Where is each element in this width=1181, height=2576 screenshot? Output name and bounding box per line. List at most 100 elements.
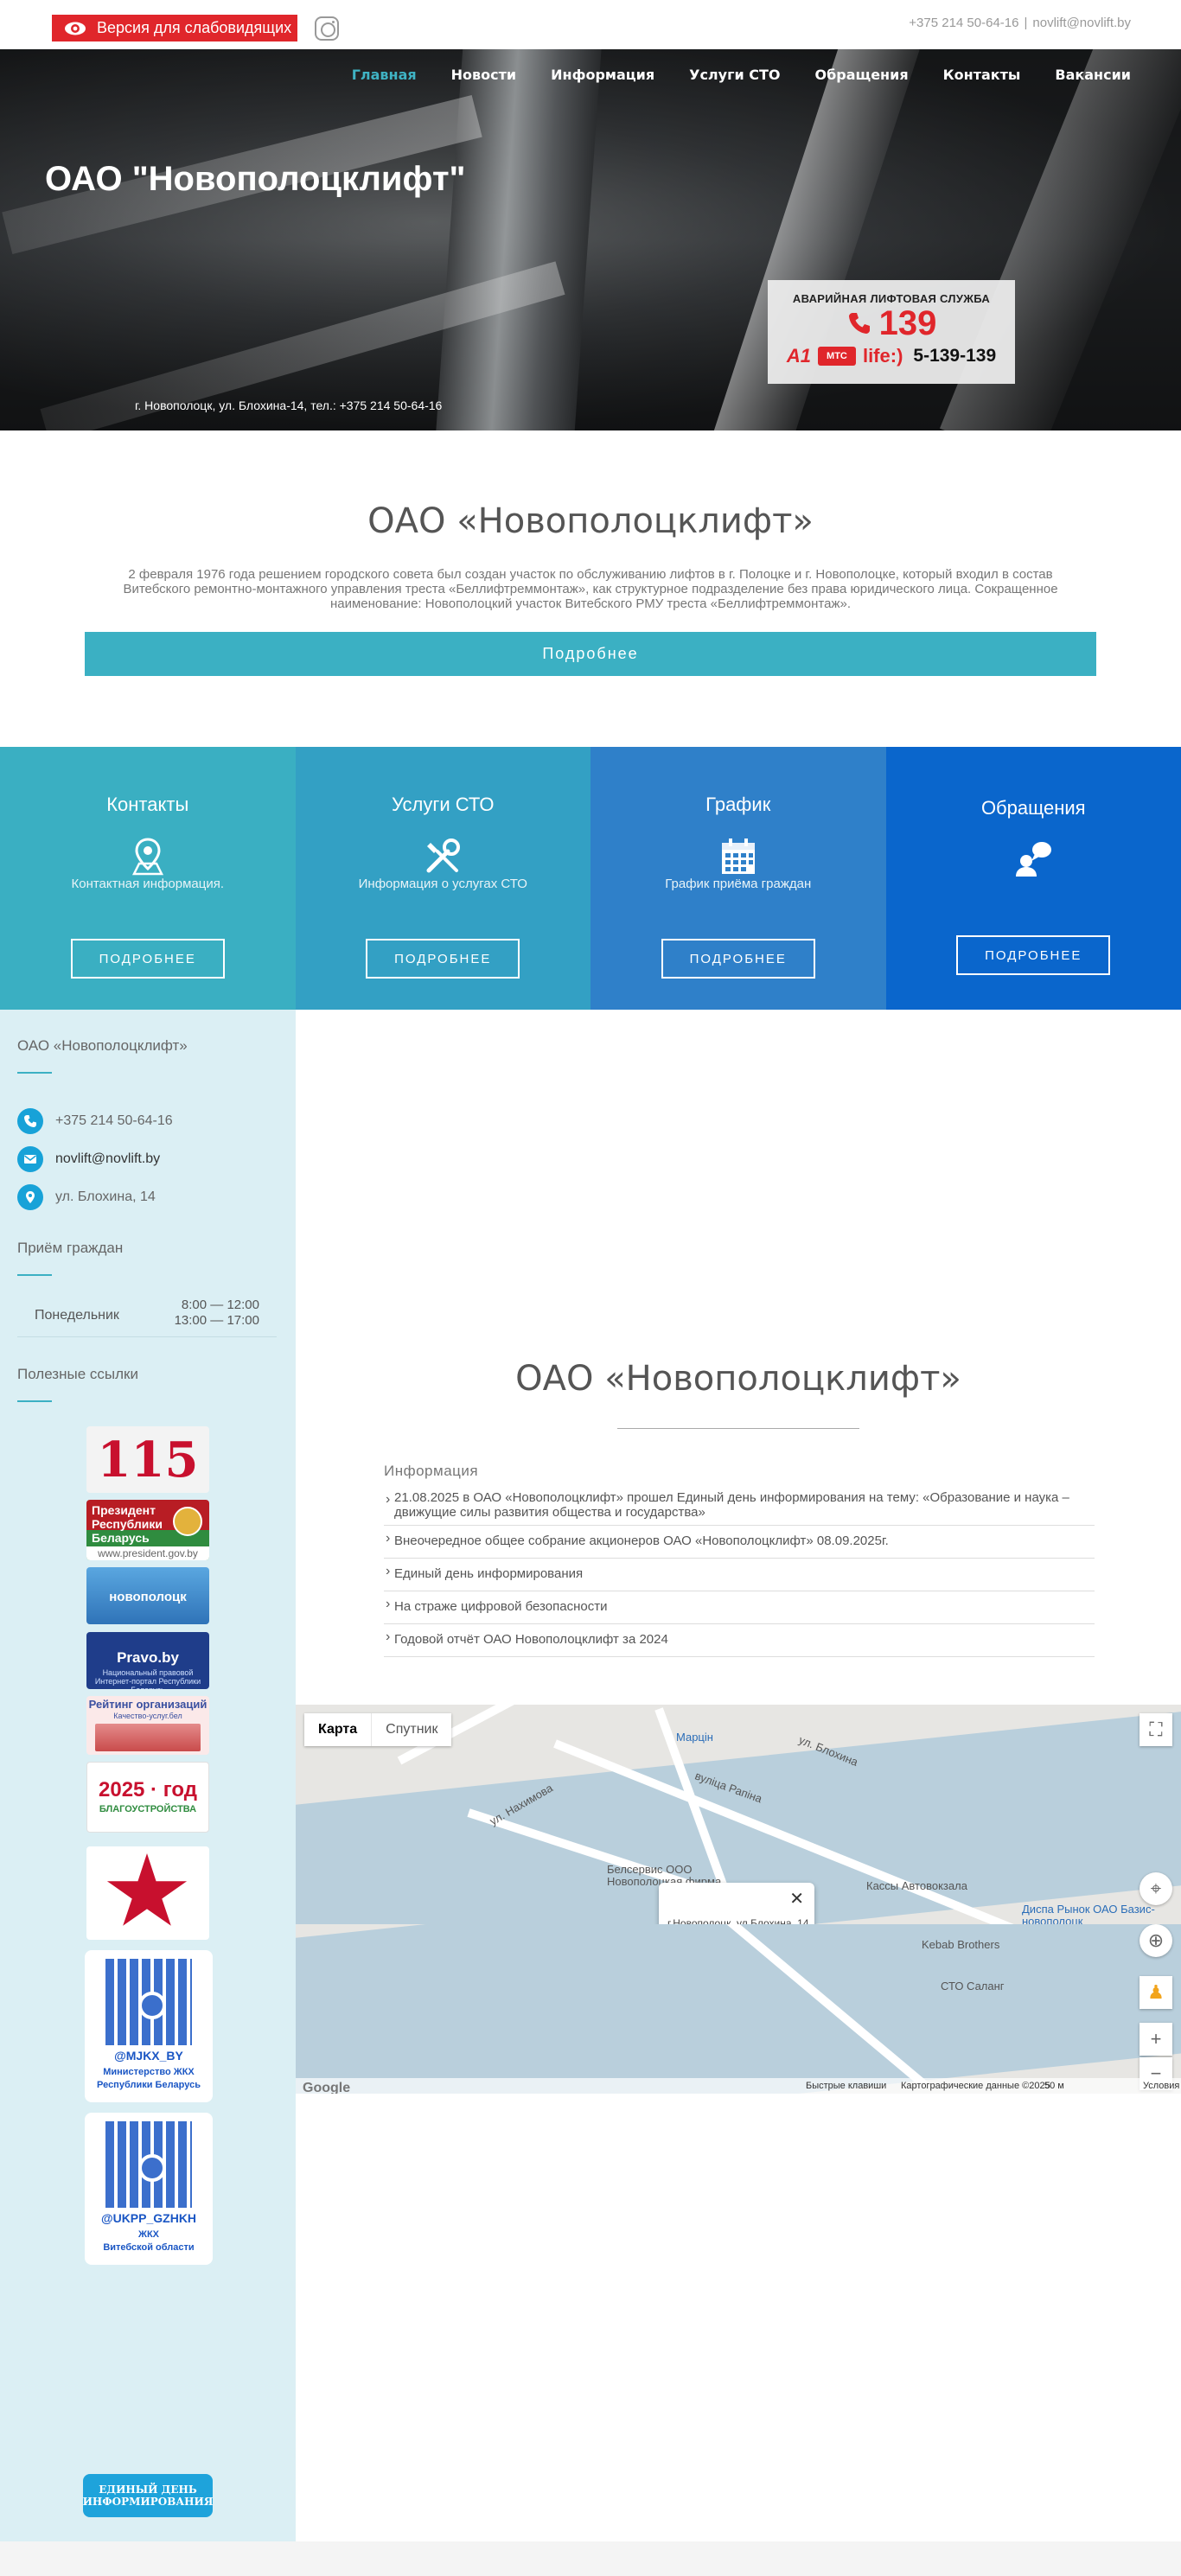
main-nav: Главная Новости Информация Услуги СТО Об… [352,67,1131,83]
banner-rating-sub: Качество-услуг.бел [113,1712,182,1720]
hero-title: ОАО "Новополоцклифт" [45,160,466,198]
map-shortcuts-link[interactable]: Быстрые клавиши [806,2081,886,2091]
nav-item-home[interactable]: Главная [352,67,417,83]
qr-caption-line: ЖКХ [138,2229,159,2240]
low-vision-label: Версия для слабовидящих [97,19,292,36]
qr-handle: @MJKX_BY [114,2049,183,2063]
banner-115-link[interactable]: 115 [86,1426,209,1493]
info-item[interactable]: Единый день информирования [384,1559,1095,1591]
tile-desc: График приёма граждан [665,877,812,891]
feature-tiles: Контакты Контактная информация. ПОДРОБНЕ… [0,747,1181,1010]
banner-qr-ministry-link[interactable]: @MJKX_BY Министерство ЖКХ Республики Бел… [85,1950,213,2102]
tile-more-button[interactable]: ПОДРОБНЕЕ [366,939,520,979]
info-list: 21.08.2025 в ОАО «Новополоцклифт» прошел… [384,1487,1095,1657]
banner-2025-link[interactable]: 2025 · год БЛАГОУСТРОЙСТВА [86,1762,209,1833]
top-phone[interactable]: +375 214 50-64-16 [909,16,1018,30]
banner-pravo-link[interactable]: Pravo.by Национальный правовой Интернет-… [86,1632,209,1689]
sidebar-phone[interactable]: +375 214 50-64-16 [17,1108,173,1134]
emergency-number[interactable]: 139 [879,305,937,341]
reception-time-morning: 8:00 — 12:00 [181,1298,259,1312]
tile-more-button[interactable]: ПОДРОБНЕЕ [956,935,1111,975]
sidebar-company-heading: ОАО «Новополоцклифт» [17,1037,188,1054]
person-chat-icon [1016,842,1052,877]
tile-title: Обращения [980,797,1086,819]
nav-item-contacts[interactable]: Контакты [943,67,1021,83]
info-item[interactable]: На страже цифровой безопасности [384,1591,1095,1624]
close-icon[interactable]: ✕ [789,1888,804,1910]
qr-caption-line: Республики Беларусь [97,2080,201,2090]
sidebar-email[interactable]: novlift@novlift.by [17,1146,160,1172]
eye-icon [65,22,86,35]
banner-rating-title: Рейтинг организаций [88,1698,207,1711]
title-divider [617,1428,859,1429]
fullscreen-icon[interactable]: ⛶ [1140,1713,1172,1746]
instagram-icon[interactable] [315,16,339,41]
top-bar: Версия для слабовидящих +375 214 50-64-1… [0,0,1181,49]
main-content: ОАО «Новополоцклифт» Информация 21.08.20… [296,1010,1181,2541]
zoom-in-icon[interactable]: + [1140,2023,1172,2056]
phone-icon [17,1108,43,1134]
google-map-lower[interactable]: Kebab Brothers СТО Саланг ⊕ ♟ + − Google… [296,1924,1181,2094]
about-section: ОАО «Новополоцклифт» 2 февраля 1976 года… [0,430,1181,747]
map-footer: Google Быстрые клавиши Картографические … [296,2078,1181,2094]
map-terms-link[interactable]: Условия [1143,2081,1179,2091]
info-item[interactable]: Годовой отчёт ОАО Новополоцклифт за 2024 [384,1624,1095,1657]
banner-qr-region-link[interactable]: @UKPP_GZHKH ЖКХ Витебской области [85,2113,213,2265]
sidebar-links-heading: Полезные ссылки [17,1366,138,1382]
tile-title: Контакты [106,794,189,815]
nav-item-information[interactable]: Информация [551,67,654,83]
map-tab-map[interactable]: Карта [304,1713,373,1746]
nav-item-vacancies[interactable]: Вакансии [1055,67,1131,83]
tile-more-button[interactable]: ПОДРОБНЕЕ [661,939,815,979]
tile-schedule[interactable]: График График приёма граждан ПОДРОБНЕЕ [590,747,886,1010]
low-vision-button[interactable]: Версия для слабовидящих [52,15,297,41]
emergency-operators: A1 МТС life:) 5-139-139 [768,345,1015,367]
tile-title: Услуги СТО [392,794,495,815]
locate-icon[interactable]: ⌖ [1140,1872,1172,1905]
reception-time-afternoon: 13:00 — 17:00 [174,1313,259,1328]
banner-rating-link[interactable]: Рейтинг организаций Качество-услуг.бел [86,1696,209,1755]
sidebar-address-text: ул. Блохина, 14 [55,1189,156,1204]
tile-services[interactable]: Услуги СТО Информация о услугах СТО ПОДР… [295,747,590,1010]
phone-icon [848,313,870,334]
heading-underline [17,1274,52,1276]
map-scale[interactable]: 50 м [1044,2081,1064,2091]
google-logo: Google [303,2081,351,2094]
hero-banner: Главная Новости Информация Услуги СТО Об… [0,49,1181,430]
tile-title: График [705,794,771,815]
tile-more-button[interactable]: ПОДРОБНЕЕ [70,939,225,979]
reception-times: 8:00 — 12:00 13:00 — 17:00 [175,1298,259,1329]
banner-president-url: www.president.gov.by [86,1546,209,1560]
info-item[interactable]: 21.08.2025 в ОАО «Новополоцклифт» прошел… [384,1487,1095,1526]
nav-item-services[interactable]: Услуги СТО [689,67,780,83]
tools-icon [426,838,461,873]
tile-contacts[interactable]: Контакты Контактная информация. ПОДРОБНЕ… [0,747,296,1010]
about-text: 2 февраля 1976 года решением городского … [123,567,1058,611]
info-item[interactable]: Внеочередное общее собрание акционеров О… [384,1526,1095,1559]
page-footer [0,2541,1181,2576]
nav-item-appeals[interactable]: Обращения [814,67,908,83]
single-info-day-button[interactable]: ЕДИНЫЙ ДЕНЬ ИНФОРМИРОВАНИЯ [83,2474,213,2517]
map-tab-satellite[interactable]: Спутник [372,1713,451,1746]
banner-novopolotsk-link[interactable]: новополоцк [86,1567,209,1624]
top-email[interactable]: novlift@novlift.by [1032,16,1131,30]
reception-day: Понедельник [35,1308,119,1323]
tile-appeals[interactable]: Обращения ПОДРОБНЕЕ [885,747,1181,1010]
about-more-button[interactable]: Подробнее [85,632,1096,676]
nav-item-news[interactable]: Новости [451,67,516,83]
emergency-number-row: 139 [768,305,1015,341]
emergency-short-number[interactable]: 5-139-139 [913,346,996,367]
recenter-icon[interactable]: ⊕ [1140,1924,1172,1957]
top-separator: | [1024,16,1028,30]
map-water [296,1924,1181,2094]
street-view-icon[interactable]: ♟ [1140,1976,1172,2009]
banner-2025-sub: БЛАГОУСТРОЙСТВА [99,1804,197,1814]
info-heading: Информация [384,1463,479,1479]
sidebar-email-text: novlift@novlift.by [55,1151,161,1166]
map-label: Марцін [676,1731,713,1744]
calendar-icon [721,838,755,874]
map-label: СТО Саланг [941,1980,1005,1993]
top-contacts: +375 214 50-64-16 | novlift@novlift.by [909,16,1131,30]
banner-president-link[interactable]: Президент Республики Беларусь www.presid… [86,1500,209,1560]
banner-victory-link[interactable] [86,1846,209,1940]
